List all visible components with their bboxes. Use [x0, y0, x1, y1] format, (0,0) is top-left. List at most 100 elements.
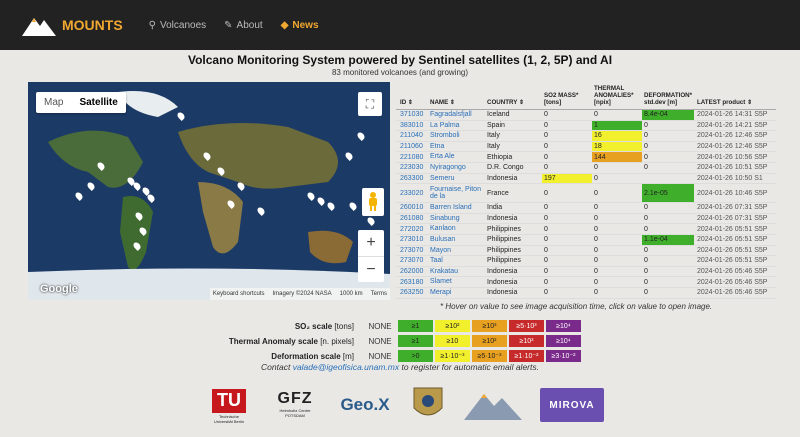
thermal-value-cell[interactable]: 0 [592, 246, 642, 256]
map-type-satellite-button[interactable]: Satellite [71, 92, 125, 113]
deformation-value-cell[interactable]: 1.1e-04 [642, 234, 694, 245]
deformation-value-cell[interactable]: 0 [642, 288, 694, 298]
zoom-out-button[interactable]: − [358, 256, 384, 282]
fullscreen-icon[interactable]: ⛶ [358, 92, 382, 116]
volcano-name-link[interactable]: Bulusan [430, 236, 487, 244]
volcano-name-link[interactable]: Stromboli [430, 132, 487, 140]
deformation-value-cell[interactable]: 0 [642, 203, 694, 213]
so2-value-cell[interactable]: 0 [542, 184, 592, 202]
header-country[interactable]: COUNTRY ⇕ [487, 99, 542, 106]
so2-value-cell[interactable]: 0 [542, 224, 592, 234]
gfz-logo[interactable]: GFZ Helmholtz Centre POTSDAM [270, 386, 320, 422]
brand-name[interactable]: MOUNTS [62, 17, 123, 33]
deformation-value-cell[interactable] [642, 174, 694, 184]
so2-value-cell[interactable]: 0 [542, 142, 592, 152]
thermal-value-cell[interactable]: 0 [592, 203, 642, 213]
so2-value-cell[interactable]: 0 [542, 267, 592, 277]
volcano-id-link[interactable]: 260010 [396, 204, 430, 211]
volcano-name-link[interactable]: Taal [430, 257, 487, 265]
so2-value-cell[interactable]: 0 [542, 203, 592, 213]
nav-about[interactable]: ✎ About [224, 20, 263, 31]
volcano-name-link[interactable]: Semeru [430, 175, 487, 183]
header-name[interactable]: NAME ⇕ [430, 99, 487, 107]
volcano-id-link[interactable]: 223030 [396, 164, 430, 171]
thermal-value-cell[interactable]: 0 [592, 288, 642, 298]
volcano-id-link[interactable]: 273010 [396, 236, 430, 243]
geox-logo[interactable]: Geo.X [330, 390, 400, 420]
thermal-value-cell[interactable]: 0 [592, 174, 642, 184]
google-logo[interactable]: Google [40, 283, 78, 295]
keyboard-shortcuts-link[interactable]: Keyboard shortcuts [213, 291, 265, 297]
volcano-id-link[interactable]: 272020 [396, 226, 430, 233]
deformation-value-cell[interactable]: 0 [642, 256, 694, 266]
deformation-value-cell[interactable]: 0 [642, 246, 694, 256]
volcano-name-link[interactable]: Merapi [430, 289, 487, 297]
deformation-value-cell[interactable]: 0 [642, 267, 694, 277]
volcano-id-link[interactable]: 273070 [396, 247, 430, 254]
so2-value-cell[interactable]: 0 [542, 110, 592, 120]
deformation-value-cell[interactable]: 0 [642, 131, 694, 141]
volcano-map[interactable]: Map Satellite ⛶ + − Google Keyboard shor… [28, 82, 390, 300]
volcano-id-link[interactable]: 211060 [396, 143, 430, 150]
volcano-id-link[interactable]: 273070 [396, 257, 430, 264]
volcano-name-link[interactable]: Nyiragongo [430, 164, 487, 172]
volcano-id-link[interactable]: 233020 [396, 190, 430, 197]
so2-value-cell[interactable]: 0 [542, 214, 592, 224]
volcano-id-link[interactable]: 221080 [396, 154, 430, 161]
deformation-value-cell[interactable]: 0 [642, 214, 694, 224]
so2-value-cell[interactable]: 197 [542, 173, 592, 184]
thermal-value-cell[interactable]: 0 [592, 163, 642, 173]
volcano-name-link[interactable]: Fagradalsfjall [430, 111, 487, 119]
volcano-name-link[interactable]: Krakatau [430, 268, 487, 276]
thermal-value-cell[interactable]: 0 [592, 267, 642, 277]
volcano-name-link[interactable]: Kanlaon [430, 225, 487, 233]
so2-value-cell[interactable]: 0 [542, 121, 592, 131]
deformation-value-cell[interactable]: 0 [642, 163, 694, 173]
volcano-id-link[interactable]: 263180 [396, 279, 430, 286]
volcano-id-link[interactable]: 261080 [396, 215, 430, 222]
thermal-value-cell[interactable]: 0 [592, 224, 642, 234]
thermal-value-cell[interactable]: 0 [592, 184, 642, 202]
volcano-name-link[interactable]: La Palma [430, 122, 487, 130]
volcano-name-link[interactable]: Sinabung [430, 215, 487, 223]
tu-berlin-logo[interactable]: TU Technische Universität Berlin [200, 386, 258, 426]
thermal-value-cell[interactable]: 1 [592, 120, 642, 131]
so2-value-cell[interactable]: 0 [542, 131, 592, 141]
mirova-logo[interactable]: MIROVA [540, 388, 604, 422]
thermal-value-cell[interactable]: 0 [592, 277, 642, 287]
header-id[interactable]: ID ⇕ [396, 99, 430, 106]
deformation-value-cell[interactable]: 8.4e-04 [642, 110, 694, 120]
volcano-name-link[interactable]: Erta Ale [430, 153, 487, 161]
volcano-id-link[interactable]: 263250 [396, 289, 430, 296]
thermal-value-cell[interactable]: 0 [592, 214, 642, 224]
so2-value-cell[interactable]: 0 [542, 152, 592, 162]
so2-value-cell[interactable]: 0 [542, 256, 592, 266]
thermal-value-cell[interactable]: 16 [592, 131, 642, 141]
zoom-in-button[interactable]: + [358, 230, 384, 256]
deformation-value-cell[interactable]: 0 [642, 224, 694, 234]
mounts-logo-icon[interactable] [22, 14, 56, 36]
map-scale[interactable]: 1000 km [340, 291, 363, 297]
so2-value-cell[interactable]: 0 [542, 277, 592, 287]
volcano-name-link[interactable]: Barren Island [430, 204, 487, 212]
deformation-value-cell[interactable]: 0 [642, 277, 694, 287]
deformation-value-cell[interactable]: 0 [642, 121, 694, 131]
thermal-value-cell[interactable]: 0 [592, 256, 642, 266]
volcano-id-link[interactable]: 211040 [396, 132, 430, 139]
terms-link[interactable]: Terms [371, 291, 387, 297]
thermal-value-cell[interactable]: 0 [592, 110, 642, 120]
nav-news[interactable]: ◆ News [281, 20, 319, 31]
volcano-name-link[interactable]: Fournaise, Piton de la [430, 186, 487, 201]
thermal-value-cell[interactable]: 18 [592, 141, 642, 152]
deformation-value-cell[interactable]: 0 [642, 142, 694, 152]
so2-value-cell[interactable]: 0 [542, 288, 592, 298]
volcano-name-link[interactable]: Etna [430, 143, 487, 151]
deformation-value-cell[interactable]: 0 [642, 152, 694, 162]
header-latest[interactable]: LATEST product ⇕ [694, 99, 774, 106]
so2-value-cell[interactable]: 0 [542, 235, 592, 245]
volcano-id-link[interactable]: 263300 [396, 175, 430, 182]
volcano-id-link[interactable]: 262000 [396, 268, 430, 275]
deformation-value-cell[interactable]: 2.1e-05 [642, 184, 694, 203]
volcano-name-link[interactable]: Slamet [430, 278, 487, 286]
map-type-map-button[interactable]: Map [36, 92, 71, 113]
